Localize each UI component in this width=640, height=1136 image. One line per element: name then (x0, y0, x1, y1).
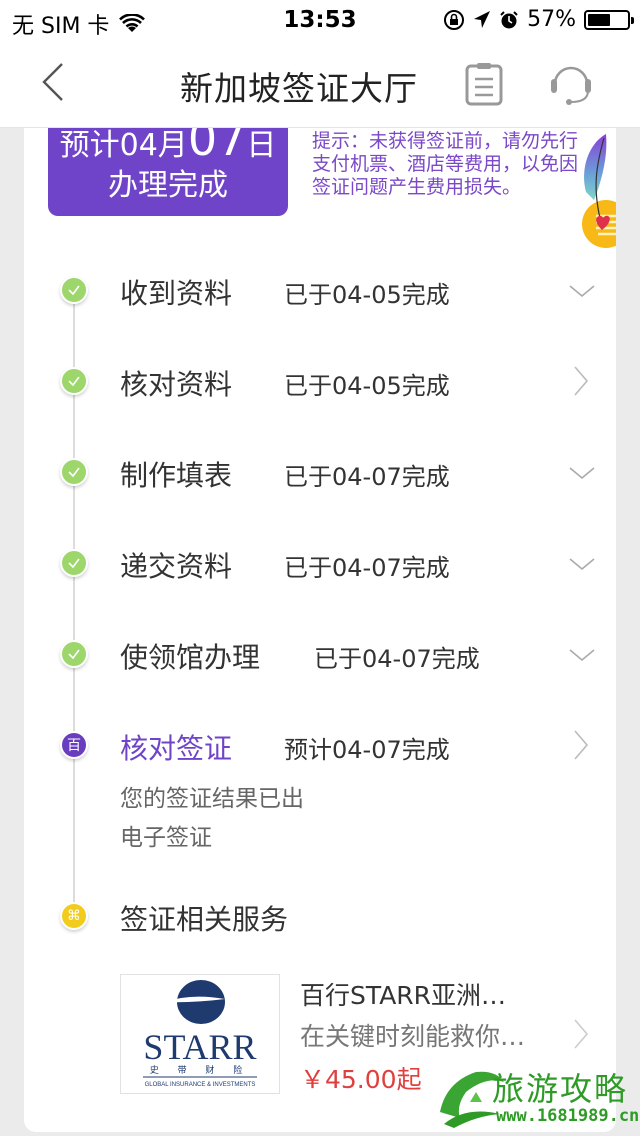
logo-text: STARR (143, 1027, 256, 1067)
logo-cn: 史 带 财 险 (150, 1064, 251, 1076)
estimate-suffix: 日 (246, 128, 277, 163)
product-price: ￥45.00起 (300, 1065, 422, 1094)
check-circle-icon (60, 458, 88, 486)
estimate-label: 办理完成 (108, 168, 228, 203)
check-circle-icon (60, 640, 88, 668)
step-name: 递交资料 (120, 550, 233, 583)
rotation-lock-icon (444, 9, 465, 30)
page-title: 新加坡签证大厅 (180, 69, 418, 108)
starr-logo: STARR 史 带 财 险 GLOBAL INSURANCE & INVESTM… (120, 974, 280, 1094)
timeline-step[interactable]: 递交资料 已于04-07完成 (24, 533, 616, 593)
chevron-down-icon[interactable] (568, 555, 596, 573)
chevron-down-icon[interactable] (568, 646, 596, 664)
back-button[interactable] (30, 58, 80, 108)
step-status: 已于04-07完成 (284, 554, 450, 582)
timeline-step-services: ⌘ 签证相关服务 (24, 886, 616, 946)
clipboard-icon (465, 63, 503, 106)
feather-heart-icon (582, 134, 616, 248)
location-arrow-icon (474, 10, 491, 28)
chevron-down-icon[interactable] (568, 282, 596, 300)
step-badge: 百 (67, 738, 81, 754)
step-name: 核对资料 (120, 368, 233, 401)
headset-icon (551, 66, 591, 105)
check-circle-icon (60, 276, 88, 304)
feedback-float-button[interactable] (572, 130, 616, 252)
step-name: 使领馆办理 (120, 641, 261, 674)
step-status: 已于04-07完成 (284, 463, 450, 491)
services-icon: ⌘ (60, 902, 88, 930)
baixing-logo-icon: 百 (60, 731, 88, 759)
timeline-step[interactable]: 制作填表 已于04-07完成 (24, 442, 616, 502)
watermark-text: 旅游攻略 (492, 1070, 629, 1108)
step-name: 签证相关服务 (120, 903, 289, 936)
chevron-right-icon[interactable] (572, 1018, 590, 1050)
step-status: 预计04-07完成 (284, 736, 450, 764)
timeline-step[interactable]: 使领馆办理 已于04-07完成 (24, 624, 616, 684)
product-title: 百行STARR亚洲… (300, 981, 507, 1010)
timeline-step[interactable]: 核对资料 已于04-05完成 (24, 351, 616, 411)
payment-tip: 提示：未获得签证前，请勿先行支付机票、酒店等费用，以免因签证问题产生费用损失。 (312, 130, 579, 198)
order-button[interactable] (464, 62, 504, 110)
chevron-right-icon[interactable] (572, 729, 590, 761)
alarm-icon (500, 10, 518, 28)
logo-tagline: GLOBAL INSURANCE & INVESTMENTS (145, 1082, 256, 1088)
nav-bar: 新加坡签证大厅 (0, 42, 640, 128)
status-bar: 无 SIM 卡 13:53 57% (0, 0, 640, 42)
check-circle-icon (60, 367, 88, 395)
chevron-down-icon[interactable] (568, 464, 596, 482)
step-status: 已于04-07完成 (314, 645, 480, 673)
step-name: 收到资料 (120, 277, 233, 310)
product-description: 在关键时刻能救你… (300, 1022, 526, 1051)
timeline-step[interactable]: 收到资料 已于04-05完成 (24, 260, 616, 320)
battery-fill (588, 13, 610, 26)
battery-percent: 57% (527, 7, 576, 32)
step-status: 已于04-05完成 (284, 281, 450, 309)
visa-result-text: 您的签证结果已出 (120, 786, 304, 812)
step-status: 已于04-05完成 (284, 372, 450, 400)
visa-progress-card: 预计04月07日 办理完成 提示：未获得签证前，请勿先行支付机票、酒店等费用，以… (24, 120, 616, 1132)
watermark-url: www.1681989.cn (496, 1106, 640, 1126)
estimate-banner: 预计04月07日 办理完成 (48, 120, 288, 216)
battery-icon (584, 9, 634, 30)
step-name: 核对签证 (120, 732, 233, 765)
check-circle-icon (60, 549, 88, 577)
visa-type-text: 电子签证 (120, 825, 212, 851)
watermark: 旅游攻略 www.1681989.cn (436, 1062, 640, 1132)
timeline-step-current[interactable]: 百 核对签证 预计04-07完成 您的签证结果已出 电子签证 (24, 715, 616, 865)
step-badge: ⌘ (67, 908, 81, 924)
estimate-prefix: 预计04月 (59, 128, 188, 163)
customer-service-button[interactable] (549, 62, 593, 112)
chevron-left-icon (42, 63, 63, 101)
chevron-right-icon[interactable] (572, 365, 590, 397)
step-name: 制作填表 (120, 459, 233, 492)
